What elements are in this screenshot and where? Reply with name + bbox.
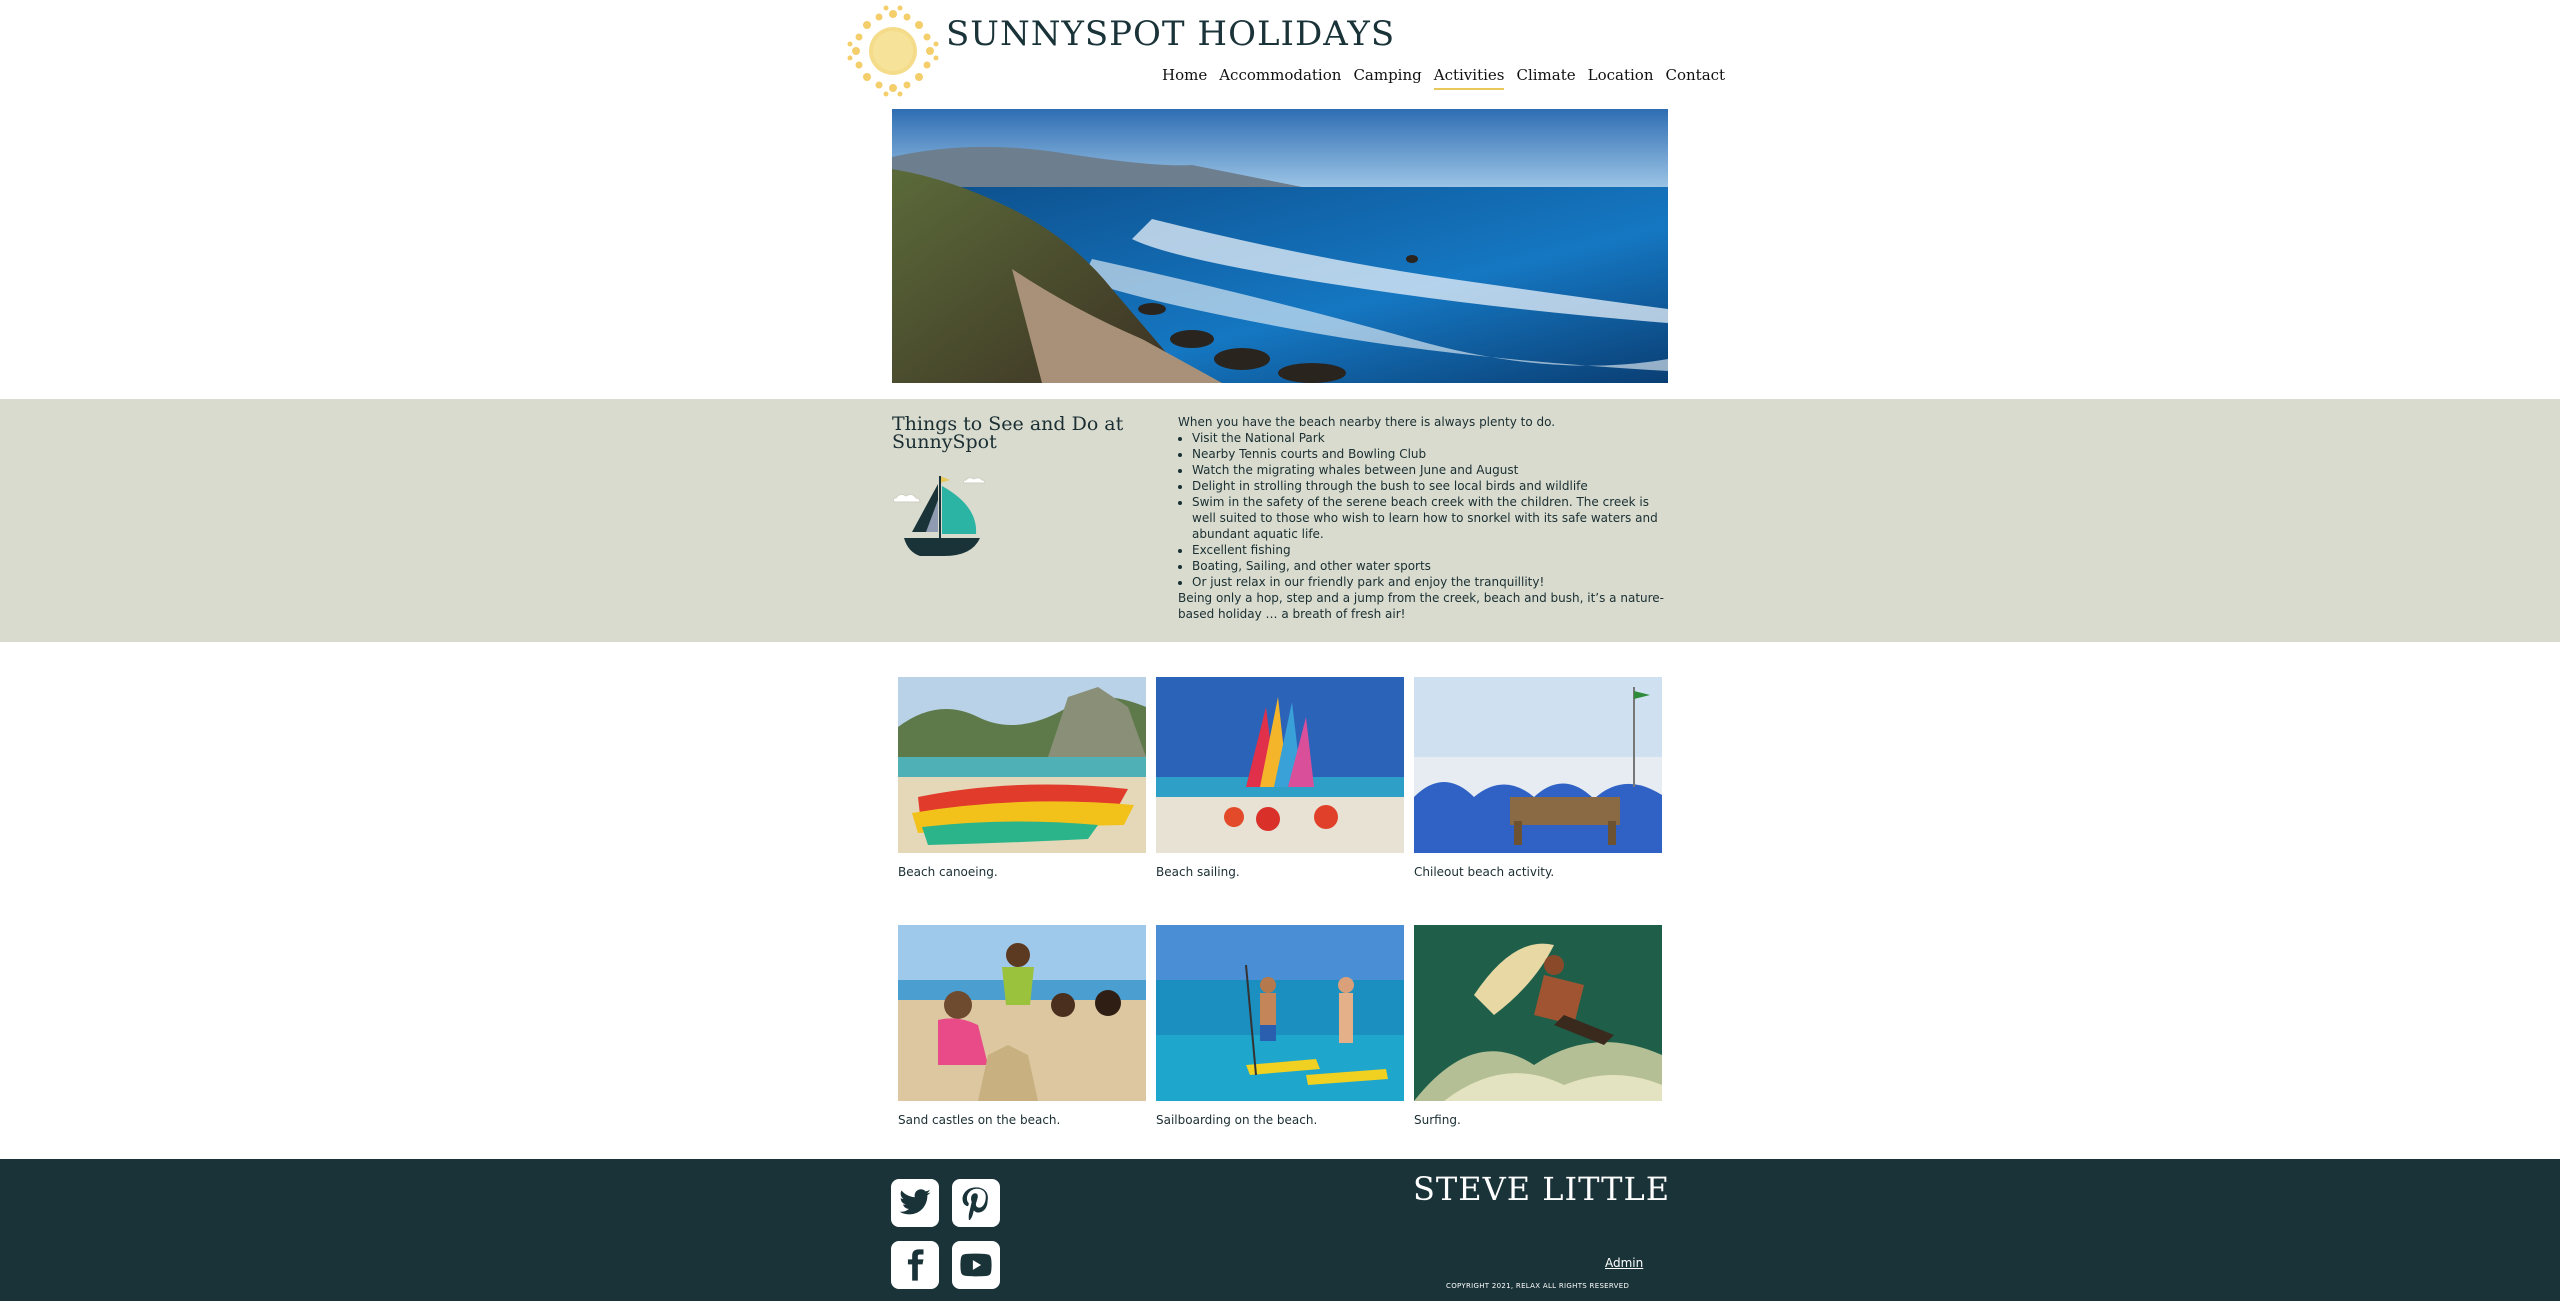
list-item: Or just relax in our friendly park and e…: [1192, 574, 1670, 590]
surfing-photo[interactable]: [1414, 925, 1662, 1101]
site-header: SUNNYSPOT HOLIDAYS Home Accommodation Ca…: [0, 0, 2560, 110]
nav-home[interactable]: Home: [1156, 64, 1213, 86]
sand-castles-photo[interactable]: [898, 925, 1146, 1101]
sailboarding-photo[interactable]: [1156, 925, 1404, 1101]
nav-accommodation[interactable]: Accommodation: [1213, 64, 1347, 86]
section-heading: Things to See and Do at SunnySpot: [892, 413, 1124, 453]
gallery-card: Beach sailing.: [1156, 677, 1404, 879]
gallery-caption: Sailboarding on the beach.: [1156, 1113, 1318, 1127]
gallery-card: Chileout beach activity.: [1414, 677, 1662, 879]
list-item: Visit the National Park: [1192, 430, 1670, 446]
nav-camping[interactable]: Camping: [1347, 64, 1427, 86]
twitter-icon[interactable]: [891, 1179, 939, 1227]
site-footer: [0, 1159, 2560, 1301]
list-item: Excellent fishing: [1192, 542, 1670, 558]
gallery-card: Sand castles on the beach.: [898, 925, 1146, 1127]
gallery-caption: Beach sailing.: [1156, 865, 1240, 879]
copyright-text: COPYRIGHT 2021, RELAX ALL RIGHTS RESERVE…: [1446, 1282, 1630, 1290]
sun-logo-icon[interactable]: [846, 4, 940, 98]
chillout-beach-photo[interactable]: [1414, 677, 1662, 853]
site-title: SUNNYSPOT HOLIDAYS: [946, 14, 1396, 54]
sailboat-icon: [892, 476, 986, 556]
nav-climate[interactable]: Climate: [1510, 64, 1581, 86]
gallery-caption: Beach canoeing.: [898, 865, 998, 879]
gallery-caption: Surfing.: [1414, 1113, 1461, 1127]
gallery-caption: Chileout beach activity.: [1414, 865, 1555, 879]
pinterest-icon[interactable]: [952, 1179, 1000, 1227]
facebook-icon[interactable]: [891, 1241, 939, 1289]
list-item: Boating, Sailing, and other water sports: [1192, 558, 1670, 574]
gallery-card: Surfing.: [1414, 925, 1662, 1127]
hero-coastline-image: [892, 109, 1668, 383]
beach-sailing-photo[interactable]: [1156, 677, 1404, 853]
activities-list: Visit the National Park Nearby Tennis co…: [1178, 430, 1670, 590]
main-nav: Home Accommodation Camping Activities Cl…: [1156, 64, 1732, 90]
footer-name: STEVE LITTLE: [1413, 1170, 1671, 1208]
activities-description: When you have the beach nearby there is …: [1178, 414, 1670, 622]
beach-canoeing-photo[interactable]: [898, 677, 1146, 853]
gallery-caption: Sand castles on the beach.: [898, 1113, 1061, 1127]
gallery-card: Beach canoeing.: [898, 677, 1146, 879]
nav-contact[interactable]: Contact: [1660, 64, 1732, 86]
list-item: Watch the migrating whales between June …: [1192, 462, 1670, 478]
intro-lead: When you have the beach nearby there is …: [1178, 415, 1556, 429]
nav-activities[interactable]: Activities: [1428, 64, 1511, 90]
list-item: Delight in strolling through the bush to…: [1192, 478, 1670, 494]
youtube-icon[interactable]: [952, 1241, 1000, 1289]
nav-location[interactable]: Location: [1582, 64, 1660, 86]
list-item: Nearby Tennis courts and Bowling Club: [1192, 446, 1670, 462]
admin-link[interactable]: Admin: [1605, 1256, 1643, 1270]
gallery-card: Sailboarding on the beach.: [1156, 925, 1404, 1127]
intro-closing: Being only a hop, step and a jump from t…: [1178, 591, 1665, 621]
list-item: Swim in the safety of the serene beach c…: [1192, 494, 1670, 542]
